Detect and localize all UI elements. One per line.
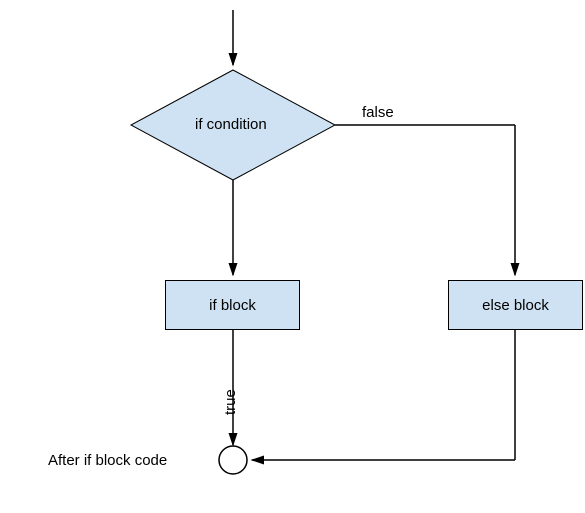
true-label: true	[222, 389, 239, 415]
merge-circle	[219, 446, 247, 474]
else-block-box: else block	[448, 280, 583, 330]
if-block-label: if block	[209, 297, 256, 314]
false-label: false	[362, 104, 394, 121]
else-block-label: else block	[482, 297, 549, 314]
if-block-box: if block	[165, 280, 300, 330]
condition-label: if condition	[195, 116, 267, 133]
after-label: After if block code	[48, 452, 167, 469]
